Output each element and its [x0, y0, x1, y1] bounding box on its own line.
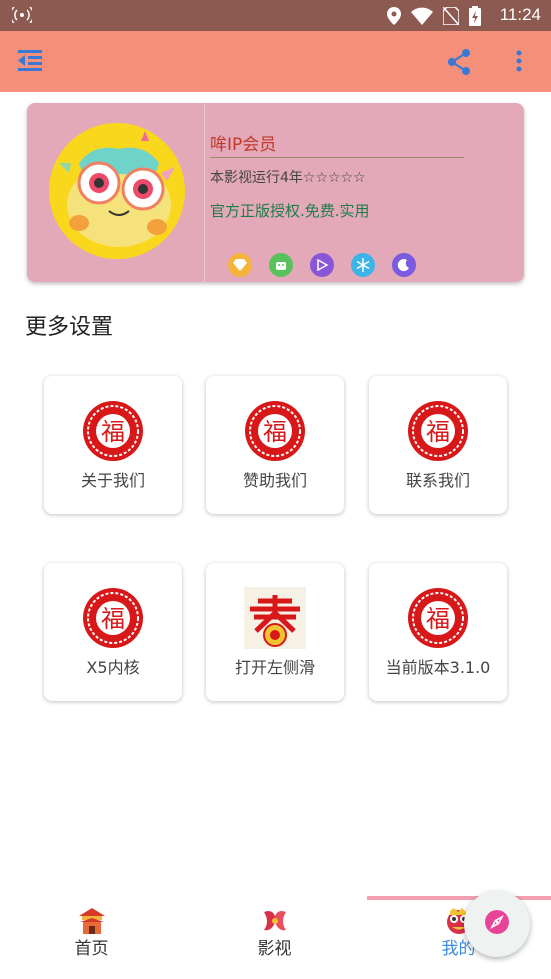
location-icon [387, 7, 401, 29]
tile-contact-us[interactable]: 福 联系我们 [369, 376, 507, 514]
fu-icon: 福 [407, 587, 469, 649]
diamond-badge-icon[interactable] [228, 253, 252, 277]
play-badge-icon[interactable] [310, 253, 334, 277]
fu-icon: 福 [82, 587, 144, 649]
member-title: 哞IP会员 [210, 135, 277, 155]
tile-open-left-drawer[interactable]: 打开左侧滑 [206, 563, 344, 701]
profile-card[interactable]: 哞IP会员 本影视运行4年☆☆☆☆☆ 官方正版授权.免费.实用 [27, 103, 524, 282]
share-icon[interactable] [447, 49, 471, 79]
avatar[interactable] [49, 123, 185, 259]
run-duration-text: 本影视运行4年☆☆☆☆☆ [210, 170, 366, 186]
tile-x5-kernel[interactable]: 福 X5内核 [44, 563, 182, 701]
compass-icon [484, 909, 510, 939]
svg-text:福: 福 [101, 605, 125, 633]
nav-item-home[interactable]: 首页 [0, 896, 183, 979]
tile-label: 赞助我们 [242, 471, 307, 490]
snowflake-badge-icon[interactable] [351, 253, 375, 277]
tile-sponsor-us[interactable]: 福 赞助我们 [206, 376, 344, 514]
tile-current-version[interactable]: 福 当前版本3.1.0 [369, 563, 507, 701]
official-license-text: 官方正版授权.免费.实用 [210, 202, 370, 220]
tile-about-us[interactable]: 福 关于我们 [44, 376, 182, 514]
status-time: 11:24 [499, 5, 541, 24]
moon-badge-icon[interactable] [392, 253, 416, 277]
svg-text:福: 福 [263, 418, 287, 446]
hotspot-icon [9, 6, 35, 27]
svg-text:福: 福 [426, 605, 450, 633]
tile-label: 联系我们 [405, 471, 470, 490]
title-underline [210, 157, 464, 158]
chun-icon [244, 587, 306, 649]
palace-icon [77, 906, 107, 936]
fu-icon: 福 [407, 400, 469, 462]
more-vertical-icon[interactable] [515, 49, 523, 77]
fish-icon [260, 906, 290, 936]
menu-collapse-icon[interactable] [18, 50, 42, 76]
no-sim-icon [442, 6, 460, 29]
wifi-icon [411, 7, 433, 29]
card-divider [204, 103, 205, 282]
tile-label: 关于我们 [80, 471, 145, 490]
nav-label: 影视 [257, 939, 292, 959]
tile-label: 当前版本3.1.0 [385, 658, 491, 677]
svg-text:福: 福 [426, 418, 450, 446]
nav-label: 首页 [74, 939, 109, 959]
fu-icon: 福 [82, 400, 144, 462]
compass-fab[interactable] [464, 891, 530, 957]
fu-icon: 福 [244, 400, 306, 462]
nav-item-videos[interactable]: 影视 [183, 896, 366, 979]
app-bar [0, 31, 551, 92]
tile-label: 打开左侧滑 [234, 658, 315, 677]
battery-icon [469, 6, 481, 30]
section-title: 更多设置 [25, 315, 114, 340]
tile-label: X5内核 [86, 658, 140, 677]
badge-row [228, 253, 416, 277]
android-badge-icon[interactable] [269, 253, 293, 277]
svg-text:福: 福 [101, 418, 125, 446]
status-bar: 11:24 [0, 0, 551, 31]
